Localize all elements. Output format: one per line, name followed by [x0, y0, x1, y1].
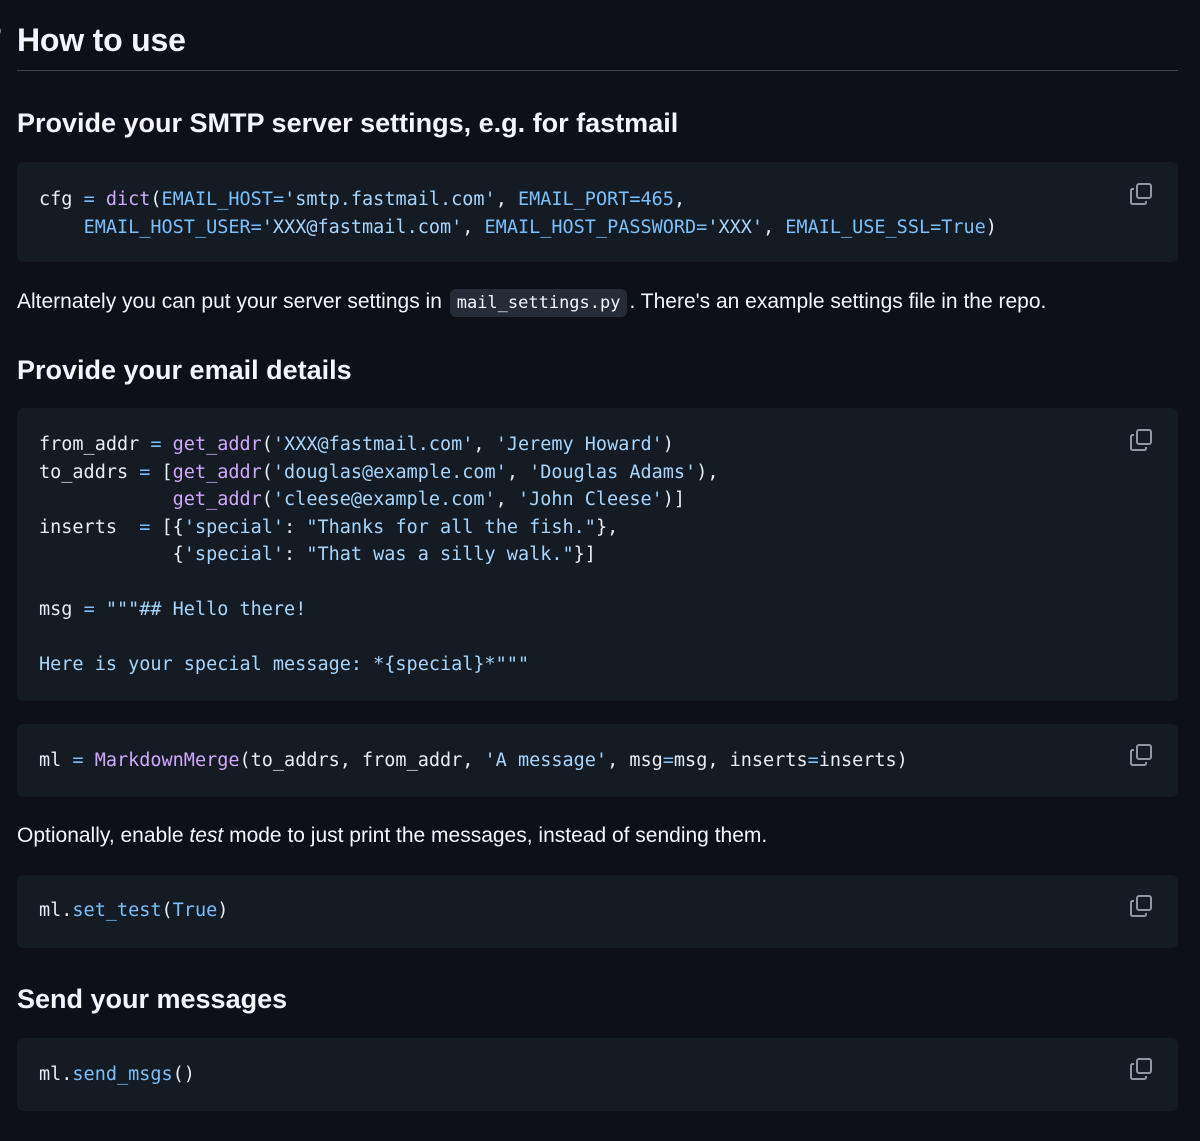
section-heading-how-to-use: How to use: [17, 22, 186, 58]
note-text: mode to just print the messages, instead…: [223, 824, 768, 847]
note-text: Alternately you can put your server sett…: [17, 290, 448, 313]
code-line: cfg = dict(EMAIL_HOST='smtp.fastmail.com…: [39, 189, 685, 210]
code-text: cfg = dict(EMAIL_HOST='smtp.fastmail.com…: [39, 189, 686, 210]
code-line: msg = """## Hello there!: [39, 599, 307, 620]
code-set-test: ml.set_test(True): [39, 897, 228, 925]
copy-icon[interactable]: [1128, 427, 1154, 453]
code-line: ml = MarkdownMerge(to_addrs, from_addr, …: [39, 750, 908, 771]
code-line: EMAIL_HOST_USER='XXX@fastmail.com', EMAI…: [39, 217, 997, 238]
subheading-smtp-settings: Provide your SMTP server settings, e.g. …: [17, 108, 679, 138]
link-icon[interactable]: [0, 24, 3, 38]
note-text: . There's an example settings file in th…: [629, 290, 1047, 313]
heading-divider: [17, 70, 1178, 71]
code-line: inserts = [{'special': "Thanks for all t…: [39, 516, 619, 538]
code-line: ml.set_test(True): [39, 900, 229, 921]
code-send-msgs: ml.send_msgs(): [39, 1061, 195, 1089]
test-mode-note: Optionally, enable test mode to just pri…: [17, 821, 767, 851]
code-markdown-merge: ml = MarkdownMerge(to_addrs, from_addr, …: [39, 747, 908, 775]
note-text: Optionally, enable: [17, 824, 190, 847]
code-block-smtp-config[interactable]: cfg = dict(EMAIL_HOST='smtp.fastmail.com…: [17, 162, 1178, 262]
copy-icon[interactable]: [1128, 893, 1154, 919]
code-block-set-test[interactable]: ml.set_test(True): [17, 875, 1178, 948]
code-line: {'special': "That was a silly walk."}]: [39, 544, 596, 565]
code-block-email-details[interactable]: from_addr = get_addr('XXX@fastmail.com',…: [17, 408, 1178, 701]
subheading-email-details: Provide your email details: [17, 355, 352, 385]
code-line: from_addr = get_addr('XXX@fastmail.com',…: [39, 434, 674, 455]
code-line: Here is your special message: *{special}…: [39, 654, 530, 675]
code-text: EMAIL_HOST_USER='XXX@fastmail.com', EMAI…: [83, 216, 997, 238]
inline-code-mail-settings: mail_settings.py: [449, 289, 628, 317]
note-emphasis: test: [189, 824, 224, 847]
code-line: get_addr('cleese@example.com', 'John Cle…: [172, 489, 686, 510]
code-block-markdown-merge[interactable]: ml = MarkdownMerge(to_addrs, from_addr, …: [17, 724, 1178, 797]
settings-file-note: Alternately you can put your server sett…: [17, 287, 1046, 318]
subheading-send-messages: Send your messages: [17, 984, 288, 1014]
code-email-details: from_addr = get_addr('XXX@fastmail.com',…: [39, 431, 718, 679]
copy-icon[interactable]: [1128, 1056, 1154, 1082]
code-line: to_addrs = [get_addr('douglas@example.co…: [39, 461, 719, 483]
code-line: ml.send_msgs(): [39, 1064, 195, 1085]
copy-icon[interactable]: [1128, 742, 1154, 768]
code-block-send-msgs[interactable]: ml.send_msgs(): [17, 1038, 1178, 1111]
copy-icon[interactable]: [1128, 181, 1154, 207]
code-smtp-config: cfg = dict(EMAIL_HOST='smtp.fastmail.com…: [39, 186, 997, 241]
